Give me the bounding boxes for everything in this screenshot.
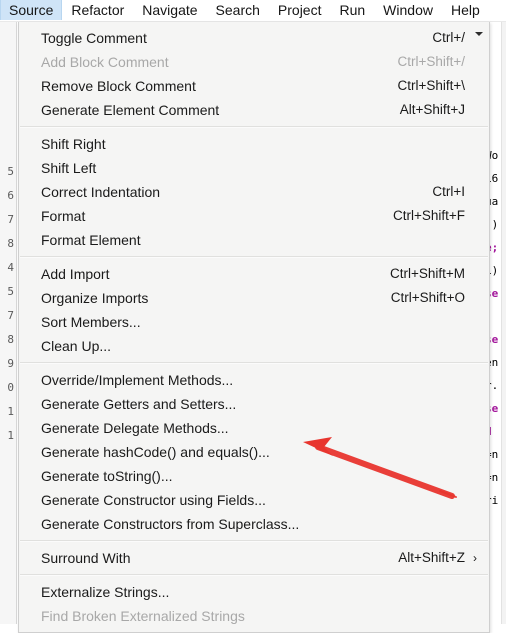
- menu-item-label: Override/Implement Methods...: [41, 372, 234, 388]
- menubar-item-window[interactable]: Window: [374, 0, 442, 20]
- menu-item-label: Generate Constructors from Superclass...: [41, 516, 300, 532]
- menubar-item-navigate[interactable]: Navigate: [133, 0, 206, 20]
- menubar-item-source[interactable]: Source: [0, 0, 63, 20]
- editor-line-number: 8: [7, 238, 14, 249]
- menu-item-shortcut: Ctrl+Shift+F: [392, 208, 465, 223]
- menu-item-override-implement-methods[interactable]: Override/Implement Methods...: [19, 368, 489, 392]
- menu-item-label: Generate Delegate Methods...: [41, 420, 229, 436]
- menu-separator: [20, 540, 488, 542]
- editor-line-number: 5: [7, 286, 14, 297]
- menu-item-label: Sort Members...: [41, 314, 141, 330]
- menu-item-generate-element-comment[interactable]: Generate Element Comment Alt+Shift+J: [19, 98, 489, 122]
- menu-item-add-block-comment: Add Block Comment Ctrl+Shift+/: [19, 50, 489, 74]
- menu-item-externalize-strings[interactable]: Externalize Strings...: [19, 580, 489, 604]
- menu-item-find-broken-externalized-strings: Find Broken Externalized Strings: [19, 604, 489, 628]
- menu-bar: Source Refactor Navigate Search Project Run Wi…: [0, 0, 506, 22]
- menu-item-label: Surround With: [41, 550, 131, 566]
- menu-item-clean-up[interactable]: Clean Up...: [19, 334, 489, 358]
- menu-item-label: Correct Indentation: [41, 184, 161, 200]
- source-dropdown-menu: Toggle Comment Ctrl+/ Add Block Comment Ctr…: [18, 22, 490, 633]
- menu-item-shift-right[interactable]: Shift Right: [19, 132, 489, 156]
- menu-item-label: Generate Element Comment: [41, 102, 220, 118]
- menu-item-format[interactable]: Format Ctrl+Shift+F: [19, 204, 489, 228]
- menu-item-shortcut: Ctrl+Shift+M: [389, 266, 465, 281]
- editor-line-number: 0: [7, 382, 14, 393]
- menu-item-label: Add Import: [41, 266, 110, 282]
- editor-line-number: 7: [7, 310, 14, 321]
- menu-item-generate-constructors-from-superclass[interactable]: Generate Constructors from Superclass...: [19, 512, 489, 536]
- menu-item-label: Generate Getters and Setters...: [41, 396, 237, 412]
- menu-overflow-marker-icon: [475, 32, 483, 36]
- menu-item-shortcut: Ctrl+Shift+/: [397, 54, 465, 69]
- editor-line-number: 5: [7, 166, 14, 177]
- menu-item-label: Shift Right: [41, 136, 106, 152]
- menu-item-label: Format: [41, 208, 86, 224]
- menu-item-generate-hashcode-and-equals[interactable]: Generate hashCode() and equals()...: [19, 440, 489, 464]
- menu-item-label: Add Block Comment: [41, 54, 169, 70]
- menubar-item-project[interactable]: Project: [269, 0, 331, 20]
- menu-item-shortcut: Alt+Shift+Z: [398, 550, 465, 565]
- menu-item-label: Toggle Comment: [41, 30, 147, 46]
- editor-line-number: 1: [7, 406, 14, 417]
- menu-separator: [20, 574, 488, 576]
- eclipse-window: 567845789011 Wo16uaj)e;1)se!seenr.sed=n=…: [0, 0, 506, 633]
- editor-line-number: 6: [7, 190, 14, 201]
- menu-item-add-import[interactable]: Add Import Ctrl+Shift+M: [19, 262, 489, 286]
- editor-line-number: 4: [7, 262, 14, 273]
- editor-line-number: 8: [7, 334, 14, 345]
- editor-line-number: 9: [7, 358, 14, 369]
- editor-line-number: 1: [7, 430, 14, 441]
- menu-item-organize-imports[interactable]: Organize Imports Ctrl+Shift+O: [19, 286, 489, 310]
- menu-item-shift-left[interactable]: Shift Left: [19, 156, 489, 180]
- menu-item-label: Organize Imports: [41, 290, 149, 306]
- editor-line-number-gutter: 5 6 7 8 4 5 7 8 9 0 1 1: [0, 18, 17, 624]
- editor-vertical-scrollbar[interactable]: [501, 18, 506, 624]
- menu-item-label: Generate toString()...: [41, 468, 173, 484]
- menu-item-toggle-comment[interactable]: Toggle Comment Ctrl+/: [19, 26, 489, 50]
- menubar-item-search[interactable]: Search: [207, 0, 269, 20]
- menu-item-label: Find Broken Externalized Strings: [41, 608, 245, 624]
- menu-item-label: Generate Constructor using Fields...: [41, 492, 266, 508]
- menu-item-surround-with[interactable]: Surround With Alt+Shift+Z ›: [19, 546, 489, 570]
- menu-item-generate-getters-and-setters[interactable]: Generate Getters and Setters...: [19, 392, 489, 416]
- menu-item-generate-delegate-methods[interactable]: Generate Delegate Methods...: [19, 416, 489, 440]
- menu-item-shortcut: Ctrl+Shift+\: [397, 78, 465, 93]
- menu-item-label: Shift Left: [41, 160, 97, 176]
- menu-item-label: Clean Up...: [41, 338, 112, 354]
- menubar-item-refactor[interactable]: Refactor: [62, 0, 133, 20]
- editor-line-number: 7: [7, 214, 14, 225]
- menu-separator: [20, 126, 488, 128]
- menu-item-shortcut: Ctrl+Shift+O: [390, 290, 465, 305]
- menubar-item-run[interactable]: Run: [330, 0, 374, 20]
- menu-item-format-element[interactable]: Format Element: [19, 228, 489, 252]
- chevron-right-icon: ›: [473, 551, 477, 565]
- menu-item-generate-constructor-using-fields[interactable]: Generate Constructor using Fields...: [19, 488, 489, 512]
- menu-item-generate-tostring[interactable]: Generate toString()...: [19, 464, 489, 488]
- menu-item-label: Remove Block Comment: [41, 78, 196, 94]
- menu-item-remove-block-comment[interactable]: Remove Block Comment Ctrl+Shift+\: [19, 74, 489, 98]
- menu-separator: [20, 362, 488, 364]
- menu-separator: [20, 256, 488, 258]
- menu-item-correct-indentation[interactable]: Correct Indentation Ctrl+I: [19, 180, 489, 204]
- menu-item-shortcut: Alt+Shift+J: [399, 102, 465, 117]
- menu-item-sort-members[interactable]: Sort Members...: [19, 310, 489, 334]
- menu-item-label: Externalize Strings...: [41, 584, 170, 600]
- menu-item-label: Generate hashCode() and equals()...: [41, 444, 270, 460]
- menu-item-shortcut: Ctrl+I: [432, 184, 465, 199]
- menubar-item-help[interactable]: Help: [442, 0, 489, 20]
- menu-item-shortcut: Ctrl+/: [432, 30, 465, 45]
- menu-item-label: Format Element: [41, 232, 141, 248]
